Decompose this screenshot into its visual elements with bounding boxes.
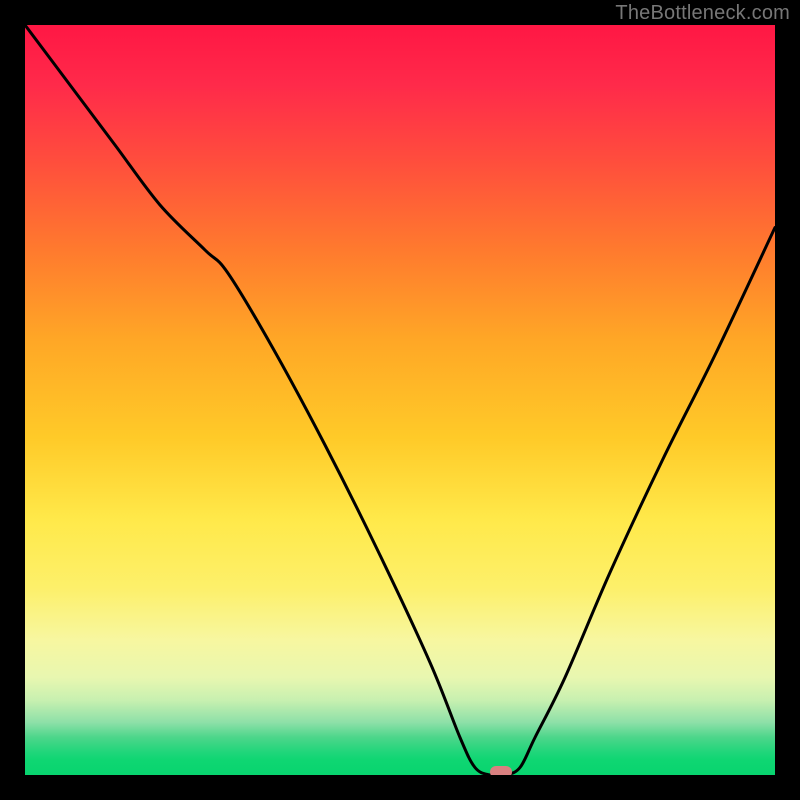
plot-area	[25, 25, 775, 775]
watermark-text: TheBottleneck.com	[615, 2, 790, 25]
bottleneck-curve	[25, 25, 775, 775]
optimal-marker	[490, 766, 512, 775]
chart-frame: TheBottleneck.com	[0, 0, 800, 800]
